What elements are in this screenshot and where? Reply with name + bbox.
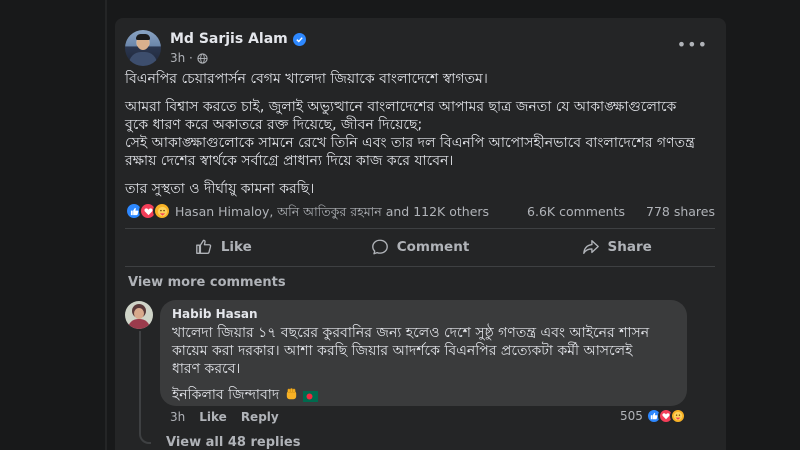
comment-reply-button[interactable]: Reply: [241, 410, 279, 424]
comment-line: খালেদা জিয়ার ১৭ বছরের কুরবানির জন্য হলে…: [172, 325, 650, 341]
reaction-names[interactable]: Hasan Himaloy, অনি আতিকুর রহমান and 112K…: [175, 204, 489, 224]
commenter-avatar[interactable]: [125, 301, 153, 329]
post-author: Md Sarjis Alam: [170, 31, 306, 47]
share-icon: [582, 240, 599, 254]
comment-line: ধারণ করবে।: [172, 361, 241, 377]
divider: [125, 228, 715, 229]
bangladesh-flag-emoji: [303, 391, 319, 402]
view-more-comments-link[interactable]: View more comments: [128, 275, 286, 290]
reaction-icons[interactable]: [125, 202, 171, 220]
share-label: Share: [607, 239, 652, 255]
reactions-summary: Hasan Himaloy, অনি আতিকুর রহমান and 112K…: [125, 202, 715, 222]
post-actions: Like Comment Share: [125, 232, 715, 262]
post-paragraph: তার সুস্থতা ও দীর্ঘায়ু কামনা করছি।: [125, 181, 315, 197]
comment-time[interactable]: 3h: [170, 410, 185, 424]
comment-icon: [371, 239, 388, 255]
comment-bubble: Habib Hasan খালেদা জিয়ার ১৭ বছরের কুরবা…: [160, 300, 687, 406]
commenter-name[interactable]: Habib Hasan: [172, 307, 675, 321]
post-card: Md Sarjis Alam 3h · ••• বিএনপির চেয়ারপা…: [115, 18, 726, 450]
left-sidebar: [0, 0, 107, 450]
comment-text: খালেদা জিয়ার ১৭ বছরের কুরবানির জন্য হলে…: [172, 324, 675, 404]
divider: [125, 266, 715, 267]
like-button[interactable]: Like: [125, 232, 322, 262]
post-text: বিএনপির চেয়ারপার্সন বেগম খালেদা জিয়াকে…: [125, 70, 715, 208]
author-avatar[interactable]: [125, 30, 161, 66]
post-paragraph: সেই আকাঙ্ক্ষাগুলোকে সামনে রেখে তিনি এবং …: [125, 135, 695, 151]
comment-label: Comment: [396, 239, 470, 255]
comment-actions: 3h Like Reply: [170, 410, 279, 424]
comment-button[interactable]: Comment: [322, 232, 519, 262]
care-reaction-icon: [669, 408, 686, 424]
shares-count[interactable]: 778 shares: [646, 204, 715, 219]
post-meta: 3h ·: [170, 51, 208, 65]
post-paragraph: বুকে ধারণ করে অকাতরে রক্ত দিয়েছে, জীবন …: [125, 117, 423, 133]
comment-line: কায়েম করা দরকার। আশা করছি জিয়ার আদর্শক…: [172, 343, 633, 359]
comment-reaction-count: 505: [620, 409, 643, 423]
sidebar-divider: [105, 0, 107, 450]
globe-icon: [197, 52, 208, 64]
right-sidebar: [740, 0, 800, 450]
post-time[interactable]: 3h ·: [170, 51, 193, 65]
post-paragraph: আমরা বিশ্বাস করতে চাই, জুলাই অভ্যুত্থানে…: [125, 99, 677, 115]
share-button[interactable]: Share: [518, 232, 715, 262]
care-reaction-icon: [153, 202, 171, 220]
reply-thread-line: [139, 331, 151, 444]
comment-slogan: ইনকিলাব জিন্দাবাদ: [172, 387, 280, 403]
like-icon: [195, 239, 212, 254]
like-label: Like: [220, 239, 252, 255]
post-paragraph: বিএনপির চেয়ারপার্সন বেগম খালেদা জিয়াকে…: [125, 71, 488, 87]
view-replies-link[interactable]: View all 48 replies: [166, 435, 300, 450]
comments-count[interactable]: 6.6K comments: [527, 204, 625, 219]
raised-fist-emoji: [286, 388, 296, 400]
verified-badge-icon: [292, 32, 306, 46]
more-options-icon[interactable]: •••: [677, 35, 708, 54]
comment-like-button[interactable]: Like: [199, 410, 227, 424]
comment-slogan-line: ইনকিলাব জিন্দাবাদ: [172, 386, 675, 404]
comment-reactions[interactable]: 505: [620, 408, 686, 424]
post-paragraph: রক্ষায় দেশের স্বার্থকে সর্বাগ্রে প্রাধা…: [125, 153, 454, 169]
author-name[interactable]: Md Sarjis Alam: [170, 31, 288, 47]
